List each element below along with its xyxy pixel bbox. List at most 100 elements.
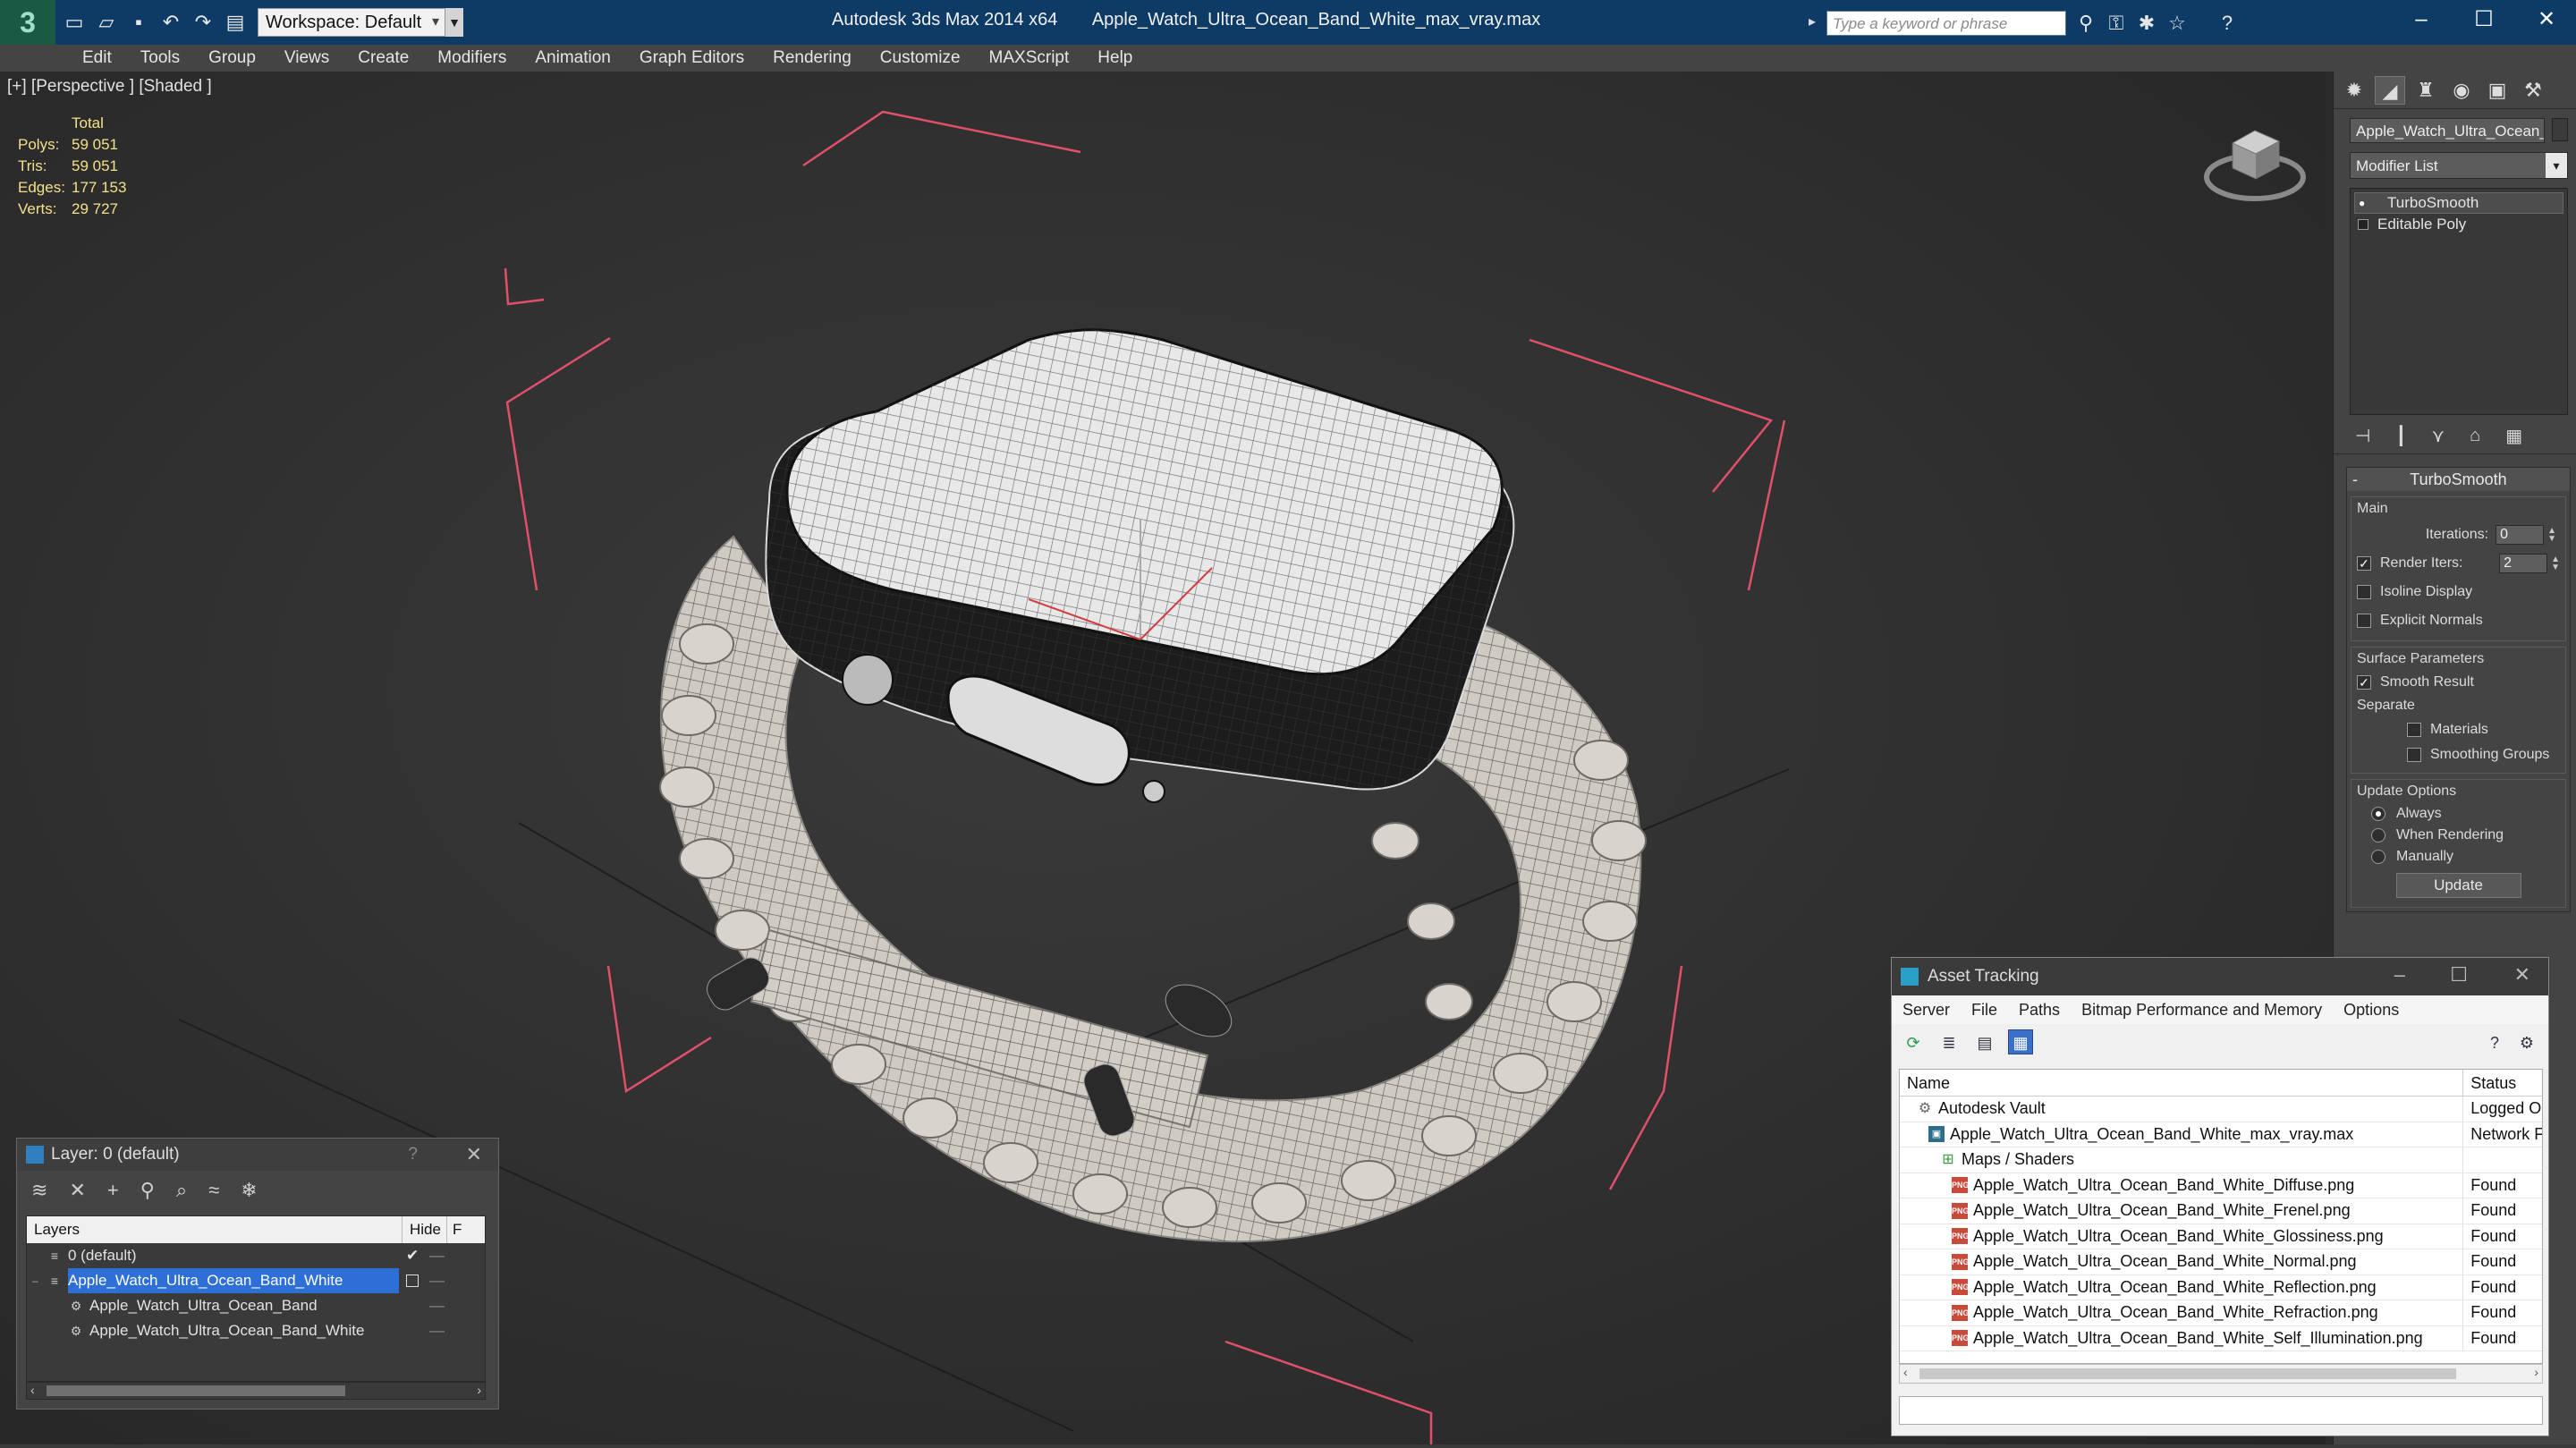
- close-button[interactable]: ✕: [2514, 963, 2530, 987]
- manually-radio[interactable]: [2371, 850, 2385, 864]
- active-layer-checkbox[interactable]: [406, 1274, 419, 1287]
- column-status[interactable]: Status: [2463, 1070, 2542, 1096]
- hide-toggle[interactable]: —: [429, 1322, 445, 1340]
- layer-row[interactable]: ≡ 0 (default) ✔ —: [27, 1243, 485, 1268]
- hide-layer-icon[interactable]: ≈: [208, 1179, 219, 1202]
- iterations-spinner[interactable]: 0: [2496, 525, 2545, 545]
- layer-row[interactable]: ⚙ Apple_Watch_Ultra_Ocean_Band —: [27, 1293, 485, 1318]
- asset-row[interactable]: PNG Apple_Watch_Ultra_Ocean_Band_White_Se…: [1900, 1325, 2542, 1351]
- menu-file[interactable]: File: [1961, 1001, 2008, 1020]
- freeze-layer-icon[interactable]: ❄: [241, 1179, 257, 1202]
- menu-options[interactable]: Options: [2333, 1001, 2410, 1020]
- app-logo-icon[interactable]: 3: [0, 0, 55, 45]
- hide-toggle[interactable]: —: [429, 1272, 445, 1290]
- lightbulb-icon[interactable]: ●: [2359, 197, 2371, 209]
- menu-rendering[interactable]: Rendering: [758, 45, 866, 72]
- isoline-checkbox[interactable]: [2357, 585, 2371, 599]
- menu-maxscript[interactable]: MAXScript: [975, 45, 1084, 72]
- make-unique-icon[interactable]: ⋎: [2431, 425, 2445, 447]
- layer-horizontal-scrollbar[interactable]: ‹ ›: [26, 1382, 486, 1400]
- help-icon[interactable]: ?: [2482, 1029, 2507, 1054]
- object-color-swatch[interactable]: [2552, 118, 2568, 141]
- asset-horizontal-scrollbar[interactable]: ‹ ›: [1899, 1364, 2543, 1384]
- help-icon[interactable]: ?: [408, 1145, 418, 1164]
- maximize-button[interactable]: ☐: [2450, 963, 2468, 987]
- new-file-icon[interactable]: ▭: [61, 9, 88, 36]
- scrollbar-thumb[interactable]: [47, 1385, 345, 1396]
- modify-tab-icon[interactable]: ◢: [2375, 75, 2405, 105]
- scrollbar-thumb[interactable]: [1919, 1368, 2456, 1379]
- hierarchy-tab-icon[interactable]: ♜: [2411, 76, 2441, 105]
- asset-row[interactable]: ⊞ Maps / Shaders: [1900, 1147, 2542, 1173]
- configure-modifier-sets-icon[interactable]: ▦: [2505, 425, 2522, 447]
- add-layer-icon[interactable]: +: [107, 1179, 119, 1202]
- collapse-icon[interactable]: –: [32, 1274, 47, 1287]
- materials-checkbox[interactable]: [2407, 723, 2421, 737]
- delete-layer-icon[interactable]: ✕: [69, 1179, 85, 1202]
- column-hide[interactable]: Hide: [402, 1216, 447, 1243]
- layer-row[interactable]: – ≡ Apple_Watch_Ultra_Ocean_Band_White —: [27, 1268, 485, 1293]
- smoothing-groups-checkbox[interactable]: [2407, 748, 2421, 762]
- display-tab-icon[interactable]: ▣: [2482, 76, 2512, 105]
- binoculars-icon[interactable]: ⚲: [2073, 11, 2098, 36]
- remove-modifier-icon[interactable]: ⌂: [2470, 426, 2480, 446]
- menu-paths[interactable]: Paths: [2008, 1001, 2071, 1020]
- minimize-button[interactable]: –: [2390, 0, 2453, 41]
- viewcube-icon[interactable]: [2202, 107, 2308, 206]
- close-button[interactable]: ✕: [2515, 0, 2576, 41]
- search-expand-icon[interactable]: ▸: [1809, 13, 1816, 30]
- menu-tools[interactable]: Tools: [126, 45, 194, 72]
- show-end-result-icon[interactable]: ┃: [2395, 425, 2406, 447]
- asset-row[interactable]: ⚙ Autodesk Vault Logged O: [1900, 1097, 2542, 1122]
- spinner-arrows-icon[interactable]: ▲ ▼: [2547, 527, 2556, 544]
- open-file-icon[interactable]: ▱: [93, 9, 120, 36]
- search-input[interactable]: Type a keyword or phrase: [1826, 11, 2066, 36]
- highlight-layer-icon[interactable]: ⌕: [176, 1179, 187, 1202]
- create-tab-icon[interactable]: ✹: [2339, 76, 2369, 105]
- table-view-icon[interactable]: ▦: [2008, 1029, 2033, 1054]
- expand-icon[interactable]: [2358, 219, 2368, 230]
- scroll-right-icon[interactable]: ›: [477, 1383, 481, 1397]
- column-name[interactable]: Name: [1900, 1070, 2464, 1096]
- asset-row[interactable]: PNG Apple_Watch_Ultra_Ocean_Band_White_No…: [1900, 1249, 2542, 1275]
- menu-edit[interactable]: Edit: [68, 45, 126, 72]
- menu-create[interactable]: Create: [343, 45, 423, 72]
- select-layer-icon[interactable]: ⚲: [140, 1179, 155, 1202]
- menu-modifiers[interactable]: Modifiers: [423, 45, 521, 72]
- rollout-header[interactable]: - TurboSmooth: [2347, 468, 2570, 491]
- menu-customize[interactable]: Customize: [866, 45, 975, 72]
- column-layers[interactable]: Layers: [27, 1216, 402, 1243]
- menu-views[interactable]: Views: [270, 45, 343, 72]
- detail-view-icon[interactable]: ▤: [1972, 1029, 1997, 1054]
- asset-row[interactable]: PNG Apple_Watch_Ultra_Ocean_Band_White_Gl…: [1900, 1224, 2542, 1249]
- asset-row[interactable]: ▣ Apple_Watch_Ultra_Ocean_Band_White_max_…: [1900, 1122, 2542, 1147]
- explicit-normals-checkbox[interactable]: [2357, 614, 2371, 628]
- menu-help[interactable]: Help: [1083, 45, 1147, 72]
- maximize-button[interactable]: ☐: [2453, 0, 2515, 41]
- scroll-left-icon[interactable]: ‹: [30, 1383, 35, 1397]
- list-view-icon[interactable]: ≣: [1936, 1029, 1962, 1054]
- favorites-icon[interactable]: ☆: [2165, 11, 2190, 36]
- when-rendering-radio[interactable]: [2371, 828, 2385, 843]
- asset-path-field[interactable]: [1899, 1396, 2543, 1425]
- smooth-result-checkbox[interactable]: ✓: [2357, 675, 2371, 690]
- spinner-arrows-icon[interactable]: ▲ ▼: [2551, 555, 2560, 572]
- asset-row[interactable]: PNG Apple_Watch_Ultra_Ocean_Band_White_Di…: [1900, 1173, 2542, 1198]
- stack-item-editable-poly[interactable]: Editable Poly: [2354, 214, 2563, 235]
- asset-row[interactable]: PNG Apple_Watch_Ultra_Ocean_Band_White_Fr…: [1900, 1198, 2542, 1224]
- column-freeze[interactable]: F: [447, 1221, 483, 1239]
- render-iters-spinner[interactable]: 2: [2499, 554, 2548, 573]
- redo-icon[interactable]: ↷: [190, 9, 216, 36]
- menu-animation[interactable]: Animation: [521, 45, 625, 72]
- layer-row[interactable]: ⚙ Apple_Watch_Ultra_Ocean_Band_White —: [27, 1318, 485, 1343]
- modifier-list-dropdown[interactable]: Modifier List ▾: [2350, 152, 2568, 179]
- layer-dialog-titlebar[interactable]: Layer: 0 (default) ? ✕: [17, 1139, 498, 1171]
- layer-manager-icon[interactable]: ≋: [31, 1179, 47, 1202]
- hide-toggle[interactable]: —: [429, 1297, 445, 1315]
- viewport-label[interactable]: [+] [Perspective ] [Shaded ]: [7, 77, 212, 97]
- motion-tab-icon[interactable]: ◉: [2446, 76, 2477, 105]
- subscription-icon[interactable]: ⚿: [2104, 11, 2129, 36]
- close-icon[interactable]: ✕: [466, 1143, 482, 1166]
- render-iters-checkbox[interactable]: ✓: [2357, 556, 2371, 571]
- asset-row[interactable]: PNG Apple_Watch_Ultra_Ocean_Band_White_Re…: [1900, 1274, 2542, 1300]
